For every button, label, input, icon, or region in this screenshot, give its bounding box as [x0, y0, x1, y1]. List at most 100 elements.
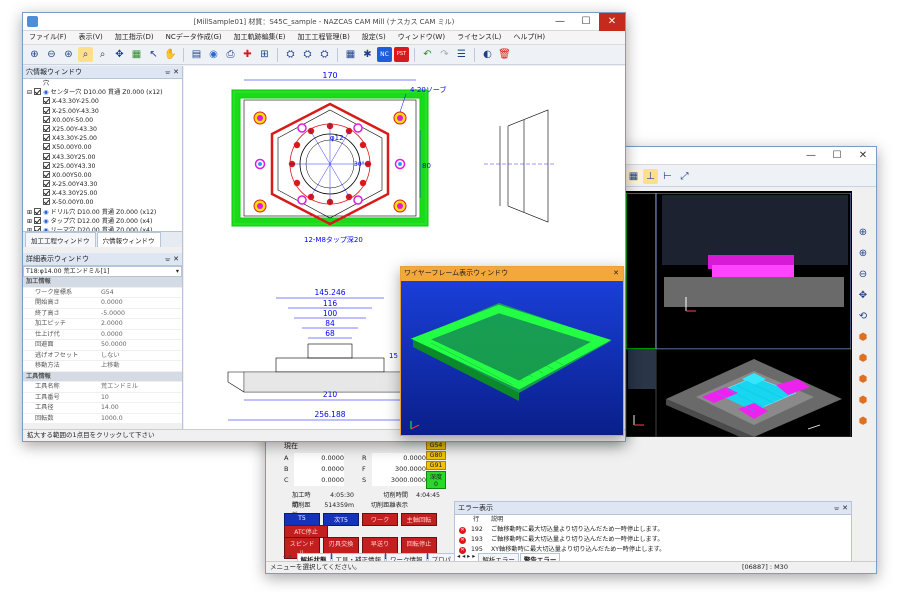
tree-item-hole[interactable]: X25.00Y43.30	[23, 161, 182, 171]
grid-icon[interactable]: ▦	[129, 47, 144, 62]
property-value[interactable]: 0.0000	[101, 330, 182, 340]
checkbox[interactable]	[43, 143, 50, 151]
tree-item-hole[interactable]: X-25.00Y-43.30	[23, 106, 182, 116]
print-icon[interactable]: ⎙	[223, 47, 238, 62]
view-icon[interactable]: ◉	[206, 47, 221, 62]
property-value[interactable]: 荒エンドミル	[101, 382, 182, 392]
property-value[interactable]: 50.0000	[101, 340, 182, 350]
tree-group-tap[interactable]: ⊞ ◉ タップ穴 D12.00 貫通 Z0.000 (x4)	[23, 216, 182, 226]
menu-item[interactable]: 加工工程管理(B)	[292, 31, 356, 43]
property-value[interactable]: 上移動	[101, 361, 182, 371]
view-cube-icon-4[interactable]: ⬢	[856, 393, 871, 408]
property-row[interactable]: 移動方法 上移動	[23, 361, 182, 372]
property-value[interactable]: 14.00	[101, 403, 182, 413]
redo-icon[interactable]: ↷	[437, 47, 452, 62]
menu-item[interactable]: NCデータ作成(G)	[160, 31, 228, 43]
error-row[interactable]: ✕ 192 ご軸移動時に最大切込量より切り込んだため一時停止します。	[455, 525, 851, 535]
property-row[interactable]: 回避面 50.0000	[23, 340, 182, 351]
menu-item[interactable]: ライセンス(L)	[451, 31, 507, 43]
property-row[interactable]: 終了高さ -5.0000	[23, 309, 182, 319]
property-value[interactable]: しない	[101, 351, 182, 361]
work-button[interactable]: ワーク	[362, 513, 398, 526]
viewport-front-left[interactable]	[626, 193, 656, 349]
sim-tool-icon-2[interactable]: ⊥	[643, 169, 658, 184]
nc-icon[interactable]: NC	[377, 47, 392, 62]
tree-item-hole[interactable]: X-43.30Y-25.00	[23, 97, 182, 106]
zoom-plus-icon[interactable]: ⊕	[856, 246, 871, 261]
property-category[interactable]: 工具情報	[23, 371, 182, 382]
view-cube-icon-2[interactable]: ⬢	[856, 351, 871, 366]
tree-group-center[interactable]: ⊟ ◉ センター穴 D10.00 貫通 Z0.000 (x12)	[23, 88, 182, 97]
menu-item[interactable]: ヘルプ(H)	[507, 31, 551, 43]
hand-icon[interactable]: ✋	[163, 47, 178, 62]
ruler-icon[interactable]: ⊞	[257, 47, 272, 62]
settings-icon[interactable]: ✱	[360, 47, 375, 62]
checkbox[interactable]	[43, 180, 50, 188]
property-row[interactable]: 逃げオフセット しない	[23, 351, 182, 361]
process-icon-1[interactable]: ⛭	[283, 47, 298, 62]
tree-item-hole[interactable]: X43.30Y-25.00	[23, 134, 182, 143]
sim-maximize-button[interactable]: ☐	[824, 147, 850, 165]
menu-item[interactable]: 加工軌跡編集(E)	[228, 31, 292, 43]
rotate-icon[interactable]: ⟲	[856, 309, 871, 324]
checkbox[interactable]	[34, 226, 42, 231]
expand-icon[interactable]: ⊞	[27, 218, 34, 225]
tree-item-hole[interactable]: X25.00Y-43.30	[23, 124, 182, 134]
tree-group-drill[interactable]: ⊞ ◉ ドリル穴 D10.00 貫通 Z0.000 (x12)	[23, 207, 182, 217]
property-value[interactable]: -5.0000	[101, 309, 182, 319]
checkbox[interactable]	[43, 106, 50, 114]
property-row[interactable]: 仕上げ代 0.0000	[23, 330, 182, 340]
property-row[interactable]: 工具番号 10	[23, 393, 182, 403]
wireframe-canvas[interactable]	[401, 281, 623, 435]
spindle-rotate-button[interactable]: 主軸回転	[401, 513, 437, 526]
checkbox[interactable]	[43, 161, 50, 169]
pan-icon[interactable]: ✥	[856, 288, 871, 303]
tree-item-hole[interactable]: X43.30Y25.00	[23, 152, 182, 162]
close-icon[interactable]: ✕	[842, 502, 848, 514]
sim-close-button[interactable]: ✕	[850, 147, 876, 165]
undo-icon[interactable]: ↶	[420, 47, 435, 62]
checkbox[interactable]	[43, 198, 50, 206]
list-icon[interactable]: ☰	[454, 47, 469, 62]
view-cube-icon-5[interactable]: ⬢	[856, 414, 871, 429]
next-tool-button[interactable]: 次T5	[323, 513, 359, 526]
property-value[interactable]: 0.0000	[101, 298, 182, 308]
checkbox[interactable]	[43, 152, 50, 160]
delete-icon[interactable]: 🗑	[497, 47, 512, 62]
menu-item[interactable]: 加工指示(D)	[109, 31, 160, 43]
expand-icon[interactable]: ⊞	[27, 227, 34, 231]
zoom-prev-icon[interactable]: ⌕	[95, 47, 110, 62]
pin-icon[interactable]: ᚚ	[165, 253, 170, 265]
sim-tool-icon-3[interactable]: ⊢	[660, 169, 675, 184]
property-row[interactable]: 工具径 14.00	[23, 403, 182, 414]
zoom-window-icon[interactable]: ⊛	[61, 47, 76, 62]
property-row[interactable]: 加工ピッチ 2.0000	[23, 319, 182, 330]
tree-item-hole[interactable]: X0.00Y50.00	[23, 170, 182, 180]
sim-tool-icon-4[interactable]: ⤢	[677, 169, 692, 184]
checkbox[interactable]	[43, 124, 50, 132]
view-cube-icon-3[interactable]: ⬢	[856, 372, 871, 387]
tree-item-hole[interactable]: X0.00Y-50.00	[23, 115, 182, 125]
property-category[interactable]: 加工情報	[23, 277, 182, 288]
tab-hole-window[interactable]: 穴情報ウィンドウ	[96, 232, 161, 247]
checkbox[interactable]	[34, 88, 42, 96]
checkbox[interactable]	[43, 170, 50, 178]
checkbox[interactable]	[43, 115, 50, 123]
close-button[interactable]: ✕	[599, 13, 625, 31]
property-row[interactable]: 回転数 1000.0	[23, 414, 182, 424]
checkbox[interactable]	[43, 134, 50, 142]
zoom-out-icon[interactable]: ⊖	[856, 267, 871, 282]
zoom-in-icon[interactable]: ⊕	[27, 47, 42, 62]
property-row[interactable]: 開始高さ 0.0000	[23, 298, 182, 309]
sim-minimize-button[interactable]: —	[798, 147, 824, 165]
sim-tool-icon-1[interactable]: ▦	[626, 169, 641, 184]
viewport-isometric[interactable]	[656, 349, 851, 437]
property-value[interactable]: 10	[101, 393, 182, 403]
checkbox[interactable]	[43, 97, 50, 105]
viewport-side-view[interactable]	[656, 193, 851, 349]
menu-item[interactable]: 表示(V)	[73, 31, 109, 43]
checkbox[interactable]	[43, 189, 50, 197]
maximize-button[interactable]: ☐	[573, 13, 599, 31]
menu-item[interactable]: 設定(S)	[356, 31, 392, 43]
tool-select[interactable]: T18:φ14.00 荒エンドミル[1] ▾	[23, 266, 182, 277]
